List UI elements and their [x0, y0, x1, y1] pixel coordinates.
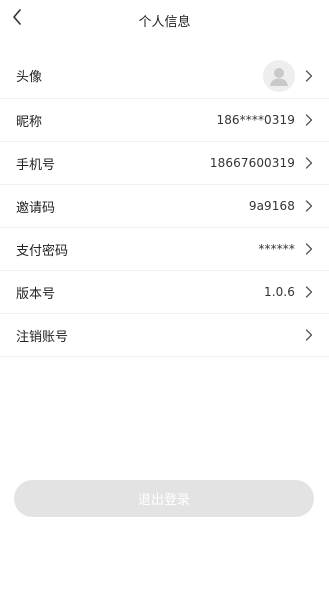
chevron-right-icon: [305, 200, 313, 212]
profile-list: 头像 昵称 186****0319 手机号 18667600319 邀请码 9a…: [0, 53, 329, 357]
payment-password-row-right: ******: [258, 242, 313, 256]
chevron-right-icon: [305, 286, 313, 298]
avatar-label: 头像: [16, 70, 43, 85]
nickname-row-right: 186****0319: [216, 113, 313, 127]
invite-code-row[interactable]: 邀请码 9a9168: [0, 185, 329, 228]
chevron-right-icon: [305, 69, 313, 82]
phone-value: 18667600319: [209, 156, 295, 170]
version-row-right: 1.0.6: [264, 285, 313, 299]
nickname-value: 186****0319: [216, 113, 295, 127]
invite-code-value: 9a9168: [248, 199, 295, 213]
chevron-right-icon: [305, 157, 313, 169]
header: 个人信息: [0, 0, 329, 40]
logout-button[interactable]: 退出登录: [14, 480, 314, 517]
page-title: 个人信息: [138, 15, 191, 30]
version-row[interactable]: 版本号 1.0.6: [0, 271, 329, 314]
phone-row-right: 18667600319: [210, 156, 313, 170]
version-label: 版本号: [16, 286, 56, 302]
chevron-right-icon: [305, 329, 313, 341]
avatar[interactable]: [263, 59, 295, 92]
payment-password-label: 支付密码: [16, 243, 69, 259]
nickname-row[interactable]: 昵称 186****0319: [0, 99, 329, 142]
delete-account-label: 注销账号: [16, 329, 69, 345]
avatar-row[interactable]: 头像: [0, 53, 329, 99]
phone-label: 手机号: [16, 157, 56, 173]
user-avatar-placeholder-icon: [263, 59, 295, 92]
payment-password-value: ******: [258, 242, 295, 256]
invite-code-row-right: 9a9168: [249, 199, 313, 213]
payment-password-row[interactable]: 支付密码 ******: [0, 228, 329, 271]
phone-row[interactable]: 手机号 18667600319: [0, 142, 329, 185]
avatar-row-right: [263, 59, 313, 92]
chevron-right-icon: [305, 114, 313, 126]
invite-code-label: 邀请码: [16, 200, 56, 216]
delete-account-row[interactable]: 注销账号: [0, 314, 329, 357]
delete-account-row-right: [295, 329, 313, 341]
chevron-right-icon: [305, 243, 313, 255]
nickname-label: 昵称: [16, 114, 43, 130]
version-value: 1.0.6: [263, 285, 295, 299]
